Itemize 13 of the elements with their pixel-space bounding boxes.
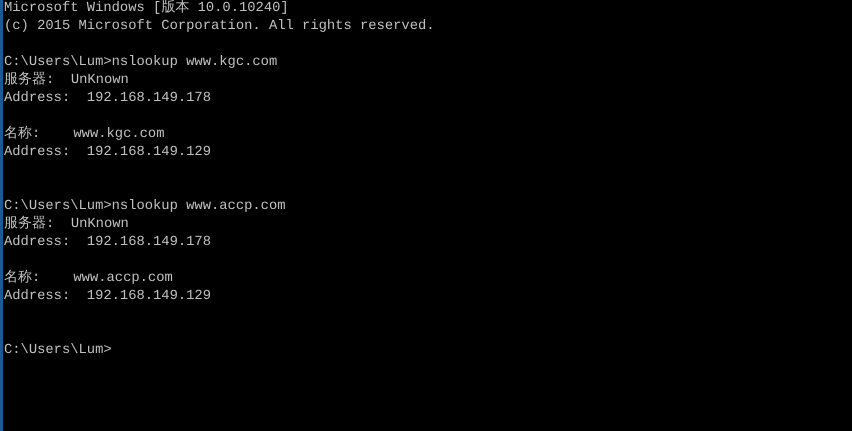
console-line: Address: 192.168.149.178 (4, 90, 211, 108)
console-line: Address: 192.168.149.129 (4, 144, 211, 162)
console-line: Address: 192.168.149.178 (4, 234, 211, 252)
console-line: 名称: www.accp.com (4, 270, 173, 288)
command-line: C:\Users\Lum>nslookup www.accp.com (4, 198, 286, 216)
console-line: Microsoft Windows [版本 10.0.10240] (4, 0, 289, 18)
console-line: (c) 2015 Microsoft Corporation. All rights reserved. (4, 18, 435, 36)
command-prompt: C:\Users\Lum> (4, 342, 112, 360)
console-line: 名称: www.kgc.com (4, 126, 164, 144)
console-line: 服务器: UnKnown (4, 216, 129, 234)
command-line: C:\Users\Lum>nslookup www.kgc.com (4, 54, 278, 72)
console-line: Address: 192.168.149.129 (4, 288, 211, 306)
console-line: 服务器: UnKnown (4, 72, 129, 90)
